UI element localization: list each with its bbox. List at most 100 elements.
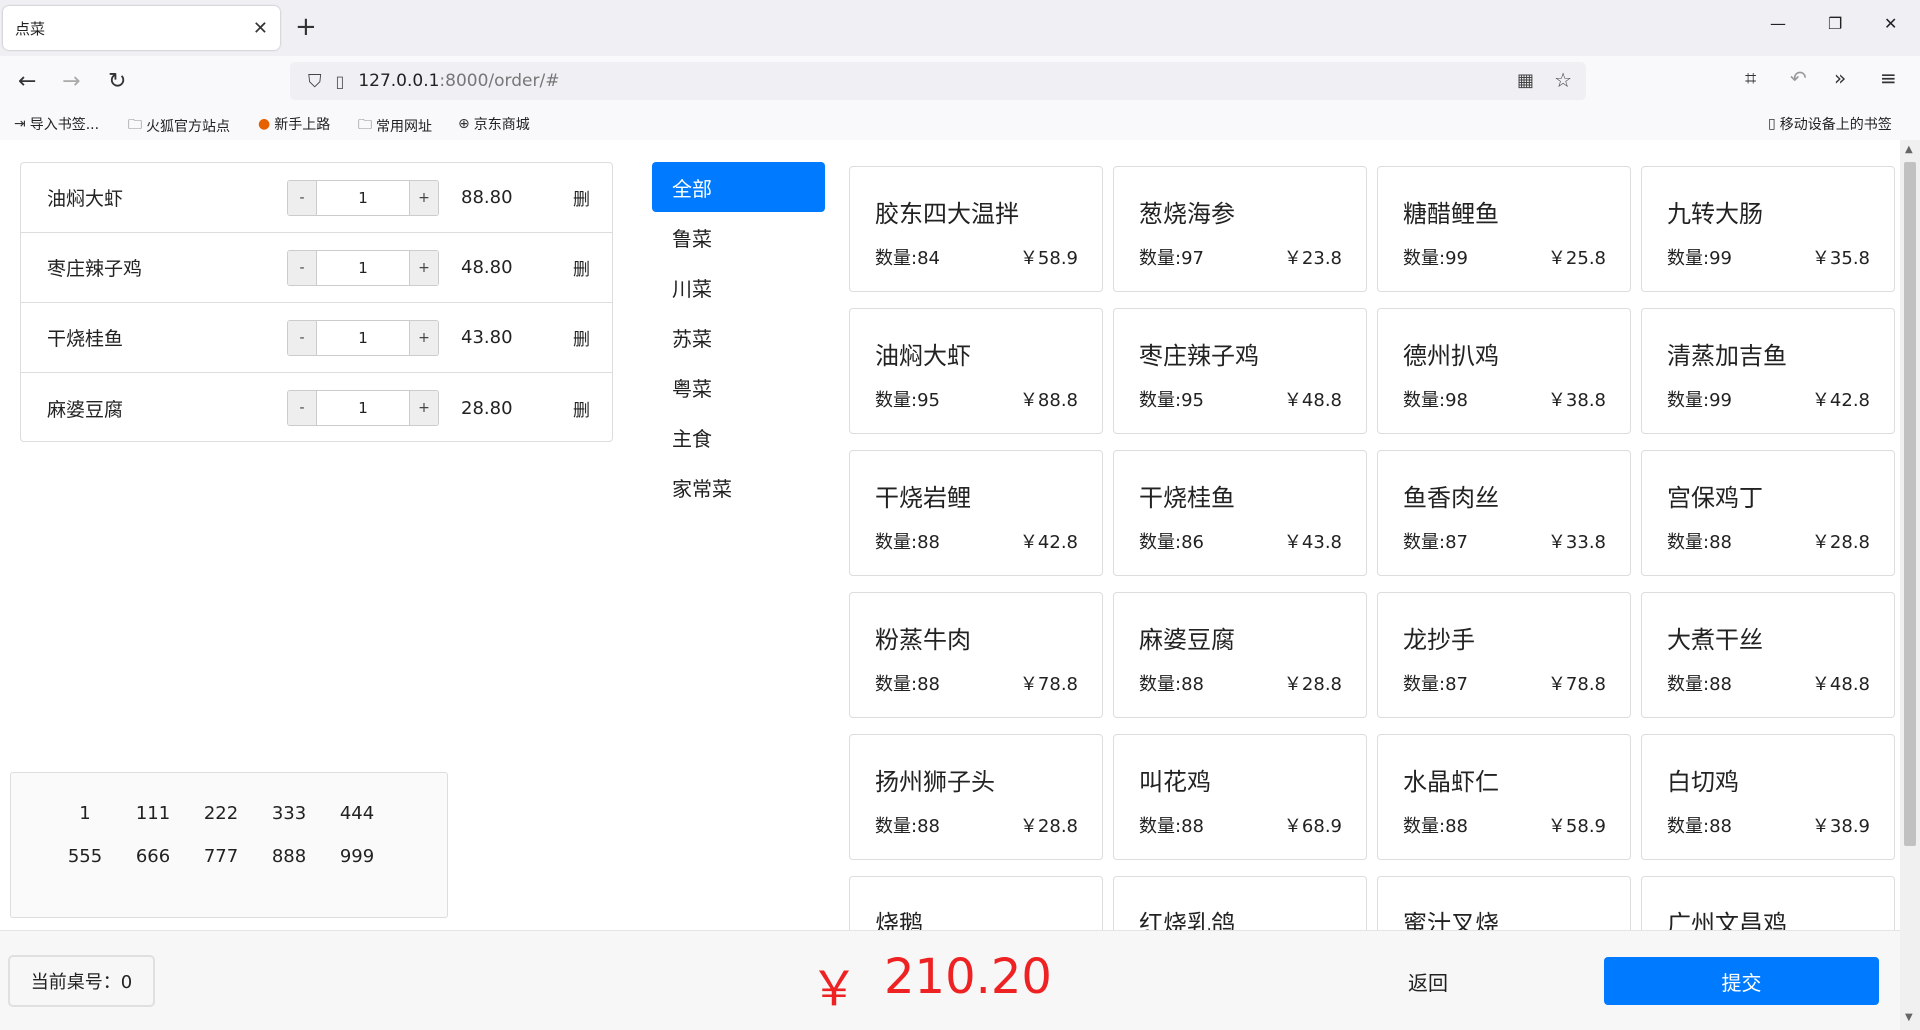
scrollbar-thumb[interactable] [1904,162,1916,846]
dish-card[interactable]: 德州扒鸡 数量:98 ￥38.8 [1377,308,1631,434]
table-number[interactable]: 777 [187,846,255,867]
back-arrow-icon[interactable]: ← [18,68,36,96]
table-number[interactable]: 999 [323,846,391,867]
dish-card[interactable]: 粉蒸牛肉 数量:88 ￥78.8 [849,592,1103,718]
category-sichuan[interactable]: 川菜 [652,262,825,312]
order-row: 干烧桂鱼 - 1 + 43.80 删 [21,303,612,373]
forward-arrow-icon[interactable]: → [62,68,80,96]
dish-card[interactable]: 广州文昌鸡 [1641,876,1895,930]
dish-card[interactable]: 龙抄手 数量:87 ￥78.8 [1377,592,1631,718]
dish-card[interactable]: 清蒸加吉鱼 数量:99 ￥42.8 [1641,308,1895,434]
decrease-button[interactable]: - [288,181,316,215]
back-button[interactable]: 返回 [1408,967,1448,996]
qr-code-icon[interactable]: ▦ [1517,70,1534,91]
url-bar[interactable]: ⛉ ▯ 127.0.0.1:8000/order/# ▦ ☆ [290,62,1586,100]
table-number[interactable]: 888 [255,846,323,867]
dish-card[interactable]: 干烧岩鲤 数量:88 ￥42.8 [849,450,1103,576]
category-staple[interactable]: 主食 [652,412,825,462]
bookmark-jd[interactable]: ⊕ 京东商城 [458,114,530,134]
quantity-input[interactable]: 1 [316,251,410,285]
minimize-icon[interactable]: — [1770,14,1786,33]
crop-icon[interactable]: ⌗ [1745,66,1756,90]
decrease-button[interactable]: - [288,321,316,355]
decrease-button[interactable]: - [288,391,316,425]
quantity-input[interactable]: 1 [316,181,410,215]
dish-card[interactable]: 枣庄辣子鸡 数量:95 ￥48.8 [1113,308,1367,434]
close-window-icon[interactable]: ✕ [1884,14,1897,33]
category-all[interactable]: 全部 [652,162,825,212]
shield-icon[interactable]: ⛉ [308,71,322,92]
dish-card[interactable]: 油焖大虾 数量:95 ￥88.8 [849,308,1103,434]
bookmark-getting-started[interactable]: ● 新手上路 [258,114,330,134]
bookmark-firefox-official[interactable]: 🗀 火狐官方站点 [128,114,230,138]
table-number[interactable]: 1 [51,803,119,824]
dish-card[interactable]: 白切鸡 数量:88 ￥38.9 [1641,734,1895,860]
dish-quantity: 数量:99 [1403,248,1468,269]
submit-button[interactable]: 提交 [1604,957,1879,1005]
table-number[interactable]: 111 [119,803,187,824]
dish-card[interactable]: 麻婆豆腐 数量:88 ￥28.8 [1113,592,1367,718]
dish-card[interactable]: 扬州狮子头 数量:88 ￥28.8 [849,734,1103,860]
undo-icon[interactable]: ↶ [1790,66,1807,90]
menu-icon[interactable]: ≡ [1880,66,1897,90]
increase-button[interactable]: + [410,181,438,215]
delete-button[interactable]: 删 [573,325,590,350]
dish-quantity: 数量:97 [1139,248,1204,269]
dish-card[interactable]: 红烧乳鸽 [1113,876,1367,930]
dish-card[interactable]: 鱼香肉丝 数量:87 ￥33.8 [1377,450,1631,576]
dish-price: ￥68.9 [1283,816,1342,837]
dish-card[interactable]: 宫保鸡丁 数量:88 ￥28.8 [1641,450,1895,576]
table-number[interactable]: 555 [51,846,119,867]
dish-card[interactable]: 叫花鸡 数量:88 ￥68.9 [1113,734,1367,860]
more-tools-icon[interactable]: » [1834,66,1846,90]
delete-button[interactable]: 删 [573,255,590,280]
new-tab-button[interactable]: + [295,12,317,42]
quantity-input[interactable]: 1 [316,391,410,425]
scroll-up-icon[interactable]: ▲ [1905,144,1913,155]
bookmark-star-icon[interactable]: ☆ [1554,68,1572,92]
page-scrollbar[interactable]: ▲ ▼ [1900,140,1920,1030]
restore-icon[interactable]: ❐ [1828,14,1842,33]
category-shandong[interactable]: 鲁菜 [652,212,825,262]
dish-quantity: 数量:88 [1403,816,1468,837]
delete-button[interactable]: 删 [573,185,590,210]
table-number[interactable]: 444 [323,803,391,824]
increase-button[interactable]: + [410,251,438,285]
dish-card[interactable]: 蜜汁叉烧 [1377,876,1631,930]
dish-price: ￥38.9 [1811,816,1870,837]
dish-name: 糖醋鲤鱼 [1403,200,1499,228]
dish-card[interactable]: 干烧桂鱼 数量:86 ￥43.8 [1113,450,1367,576]
globe-icon: ⊕ [458,116,470,132]
dish-card[interactable]: 胶东四大温拌 数量:84 ￥58.9 [849,166,1103,292]
quantity-input[interactable]: 1 [316,321,410,355]
bookmark-common-sites[interactable]: 🗀 常用网址 [358,114,432,138]
current-table-label: 当前桌号：0 [8,955,155,1007]
dish-card[interactable]: 葱烧海参 数量:97 ￥23.8 [1113,166,1367,292]
delete-button[interactable]: 删 [573,396,590,421]
dish-card[interactable]: 烧鹅 [849,876,1103,930]
dish-card[interactable]: 九转大肠 数量:99 ￥35.8 [1641,166,1895,292]
dish-name: 粉蒸牛肉 [875,626,971,654]
category-home-style[interactable]: 家常菜 [652,462,825,512]
dish-card[interactable]: 糖醋鲤鱼 数量:99 ￥25.8 [1377,166,1631,292]
table-number[interactable]: 222 [187,803,255,824]
tab-close-icon[interactable]: ✕ [253,18,268,39]
reload-icon[interactable]: ↻ [108,68,126,96]
increase-button[interactable]: + [410,321,438,355]
bookmark-mobile[interactable]: ▯ 移动设备上的书签 [1768,114,1892,134]
table-number[interactable]: 666 [119,846,187,867]
dish-card[interactable]: 大煮干丝 数量:88 ￥48.8 [1641,592,1895,718]
dish-card[interactable]: 水晶虾仁 数量:88 ￥58.9 [1377,734,1631,860]
dish-quantity: 数量:99 [1667,390,1732,411]
dish-price: ￥58.9 [1547,816,1606,837]
category-cantonese[interactable]: 粤菜 [652,362,825,412]
order-list: 油焖大虾 - 1 + 88.80 删 枣庄辣子鸡 - 1 + 48.80 删 干… [20,162,613,442]
url-text: 127.0.0.1:8000/order/# [358,71,560,91]
browser-tab[interactable]: 点菜 ✕ [3,6,280,50]
bookmark-import[interactable]: ⇥ 导入书签... [14,114,99,134]
scroll-down-icon[interactable]: ▼ [1905,1012,1913,1023]
table-number[interactable]: 333 [255,803,323,824]
decrease-button[interactable]: - [288,251,316,285]
category-jiangsu[interactable]: 苏菜 [652,312,825,362]
increase-button[interactable]: + [410,391,438,425]
